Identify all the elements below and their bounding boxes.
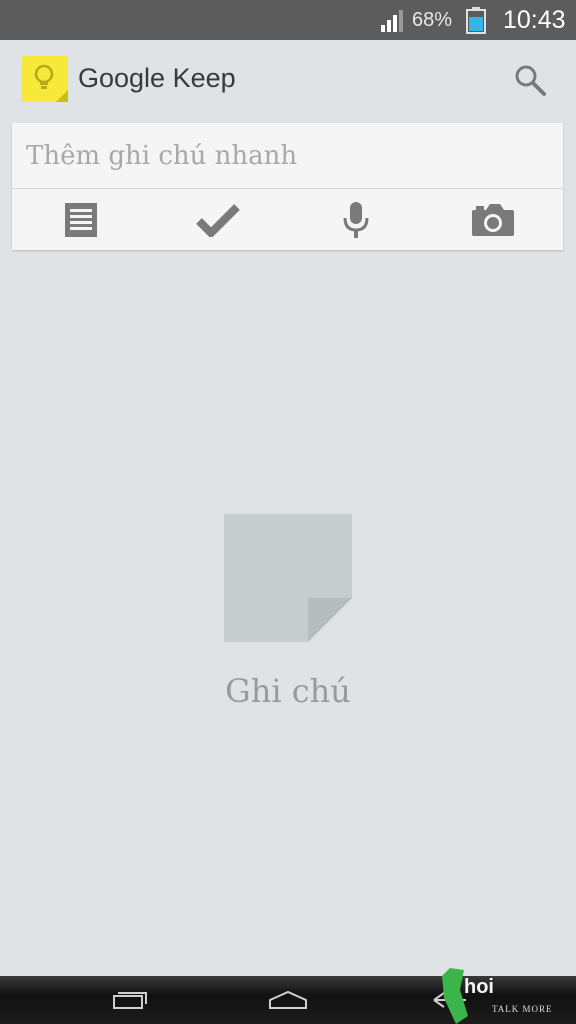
home-icon (269, 990, 307, 1009)
checklist-button[interactable] (149, 189, 286, 250)
checklist-icon (195, 203, 240, 237)
search-icon[interactable] (512, 62, 548, 98)
quick-note-card (12, 123, 563, 250)
photo-note-button[interactable] (424, 189, 561, 250)
recent-apps-button[interactable] (100, 984, 160, 1016)
empty-state-label: Ghi chú (225, 672, 351, 710)
text-note-icon (64, 202, 97, 237)
voice-note-button[interactable] (287, 189, 424, 250)
app-title: Google Keep (78, 63, 236, 93)
battery-icon (466, 7, 486, 34)
home-button[interactable] (258, 984, 318, 1016)
text-note-button[interactable] (12, 189, 149, 250)
action-bar: Google Keep (0, 40, 576, 120)
back-button[interactable] (420, 984, 480, 1016)
quick-note-input[interactable] (12, 123, 563, 188)
microphone-icon (343, 201, 368, 238)
recent-apps-icon (113, 992, 147, 1009)
camera-icon (471, 203, 514, 236)
battery-percent: 68% (412, 9, 453, 31)
signal-icon (381, 10, 403, 32)
navigation-bar (0, 976, 576, 1024)
keep-logo-icon (22, 56, 68, 102)
empty-note-icon (224, 514, 352, 642)
status-bar: 68% 10:43 (0, 0, 576, 40)
clock: 10:43 (503, 6, 566, 34)
back-arrow-icon (433, 992, 466, 1008)
